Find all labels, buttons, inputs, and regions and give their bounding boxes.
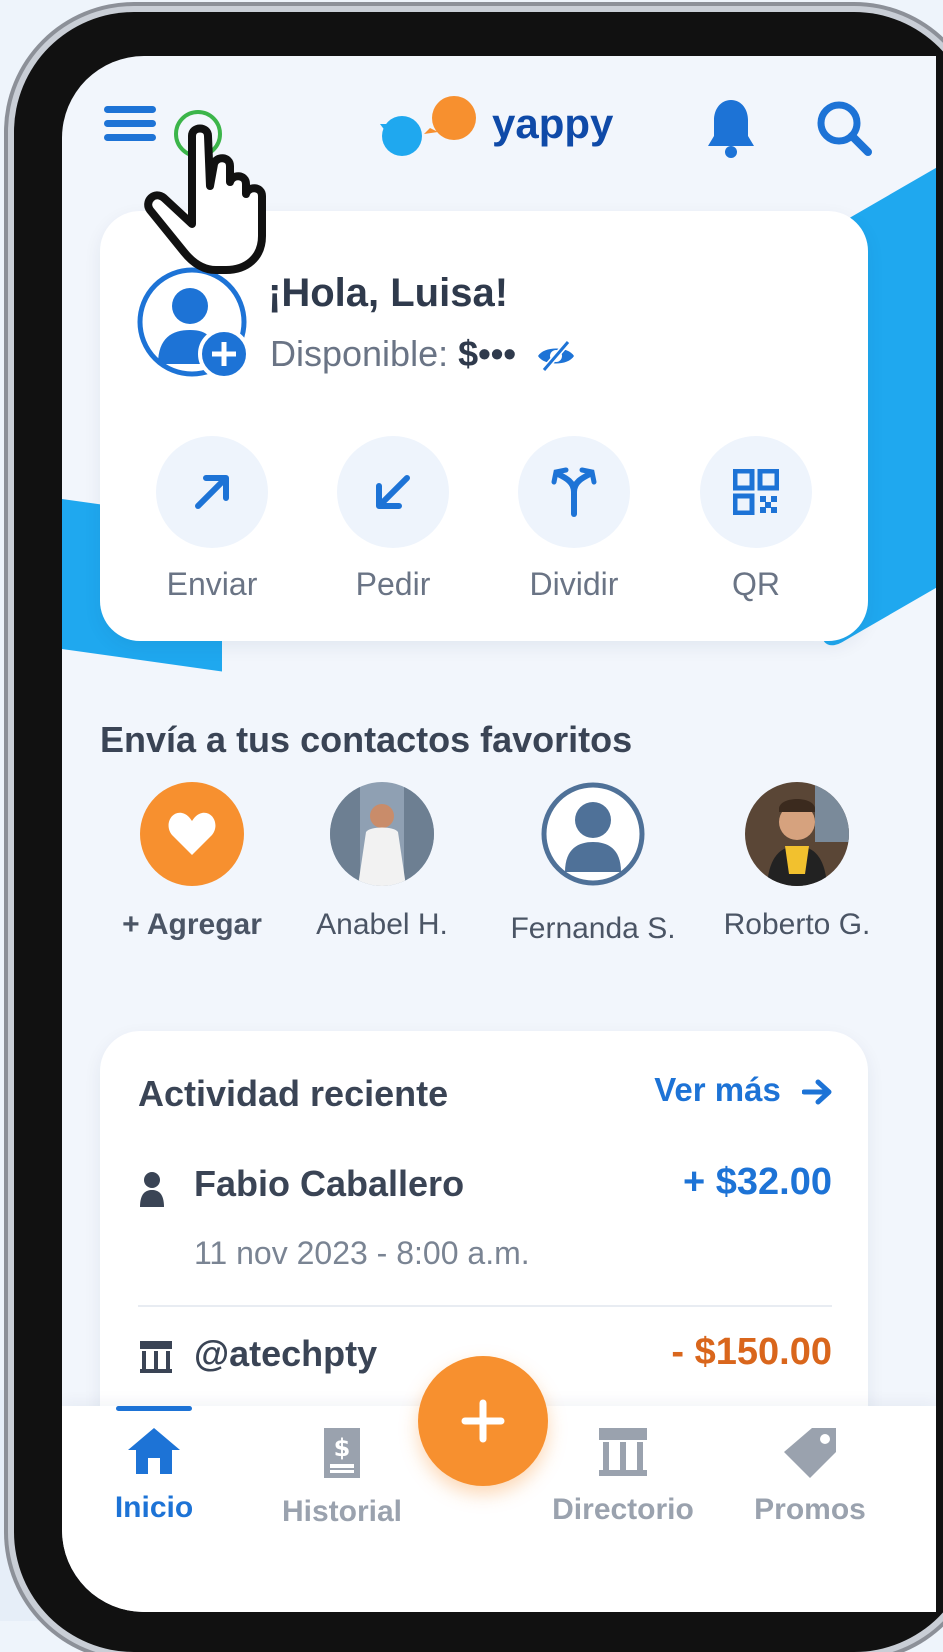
heart-icon	[168, 812, 216, 855]
transaction-name: @atechpty	[194, 1333, 378, 1374]
transaction-date: 11 nov 2023 - 8:00 a.m.	[194, 1235, 530, 1271]
avatar	[541, 782, 645, 886]
add-favorite-button[interactable]: + Agregar	[102, 782, 282, 942]
balance-label: Disponible:	[270, 333, 449, 374]
split-icon	[551, 467, 597, 517]
send-label: Enviar	[166, 566, 258, 602]
qr-action[interactable]: QR	[686, 436, 826, 603]
tab-label: Directorio	[552, 1493, 694, 1526]
transaction-name: Fabio Caballero	[194, 1163, 465, 1204]
tab-historial[interactable]: $ Historial	[262, 1426, 422, 1529]
default-user-icon	[541, 782, 645, 886]
receipt-icon: $	[324, 1428, 360, 1478]
qr-label: QR	[732, 566, 780, 602]
arrow-up-right-icon	[195, 475, 229, 509]
request-action[interactable]: Pedir	[323, 436, 463, 603]
tab-promos[interactable]: Promos	[730, 1426, 890, 1527]
person-icon	[140, 1172, 164, 1207]
qr-code-icon	[733, 469, 779, 515]
contact-name: Fernanda S.	[510, 912, 676, 945]
search-icon[interactable]	[814, 98, 874, 158]
phone-frame: yappy ¡Hola, Luisa! Disponible: $••• Env…	[14, 12, 943, 1652]
yappy-logo-icon	[380, 96, 476, 156]
svg-text:$: $	[334, 1434, 351, 1462]
eye-hidden-icon[interactable]	[536, 340, 576, 373]
tab-inicio[interactable]: Inicio	[74, 1426, 234, 1525]
greeting-text: ¡Hola, Luisa!	[268, 271, 509, 315]
arrow-down-left-icon	[376, 475, 410, 509]
request-label: Pedir	[355, 566, 431, 602]
favorites-title: Envía a tus contactos favoritos	[100, 719, 633, 760]
store-icon	[599, 1428, 647, 1476]
tab-label: Inicio	[114, 1491, 194, 1524]
split-action[interactable]: Dividir	[504, 436, 644, 603]
split-label: Dividir	[529, 566, 619, 602]
tab-directorio[interactable]: Directorio	[543, 1426, 703, 1527]
bell-icon[interactable]	[704, 96, 758, 160]
transaction-amount: - $150.00	[671, 1331, 832, 1373]
send-action[interactable]: Enviar	[142, 436, 282, 603]
see-more-label: Ver más	[654, 1071, 781, 1108]
home-icon	[128, 1428, 180, 1474]
quick-actions: Enviar Pedir Dividir QR	[100, 436, 868, 616]
favorite-contact[interactable]: Roberto G.	[722, 782, 872, 942]
arrow-right-icon	[801, 1079, 832, 1105]
hand-pointer-icon	[144, 110, 266, 274]
favorite-contact[interactable]: Fernanda S.	[508, 782, 678, 946]
brand-logo: yappy	[380, 94, 620, 164]
avatar	[330, 782, 434, 886]
contact-name: Anabel H.	[316, 908, 448, 941]
contact-photo-icon	[745, 782, 849, 886]
active-tab-indicator	[116, 1406, 192, 1411]
divider	[138, 1305, 832, 1307]
contact-photo-icon	[330, 782, 434, 886]
app-screen: yappy ¡Hola, Luisa! Disponible: $••• Env…	[62, 56, 936, 1612]
contact-name: Roberto G.	[723, 908, 871, 941]
brand-name: yappy	[492, 100, 614, 147]
tab-label: Historial	[281, 1495, 403, 1528]
transaction-amount: + $32.00	[683, 1161, 832, 1203]
tab-label: Promos	[754, 1493, 866, 1526]
activity-title: Actividad reciente	[138, 1073, 449, 1114]
tag-icon	[784, 1428, 836, 1478]
balance-line: Disponible: $•••	[270, 333, 576, 375]
add-favorite-label: + Agregar	[122, 908, 262, 941]
avatar	[745, 782, 849, 886]
add-fab-button[interactable]	[418, 1356, 548, 1486]
see-more-link[interactable]: Ver más	[654, 1071, 832, 1109]
store-icon	[140, 1341, 172, 1373]
balance-value: $•••	[458, 333, 516, 374]
favorite-contact[interactable]: Anabel H.	[312, 782, 452, 942]
plus-icon	[461, 1399, 505, 1443]
heart-avatar	[140, 782, 244, 886]
